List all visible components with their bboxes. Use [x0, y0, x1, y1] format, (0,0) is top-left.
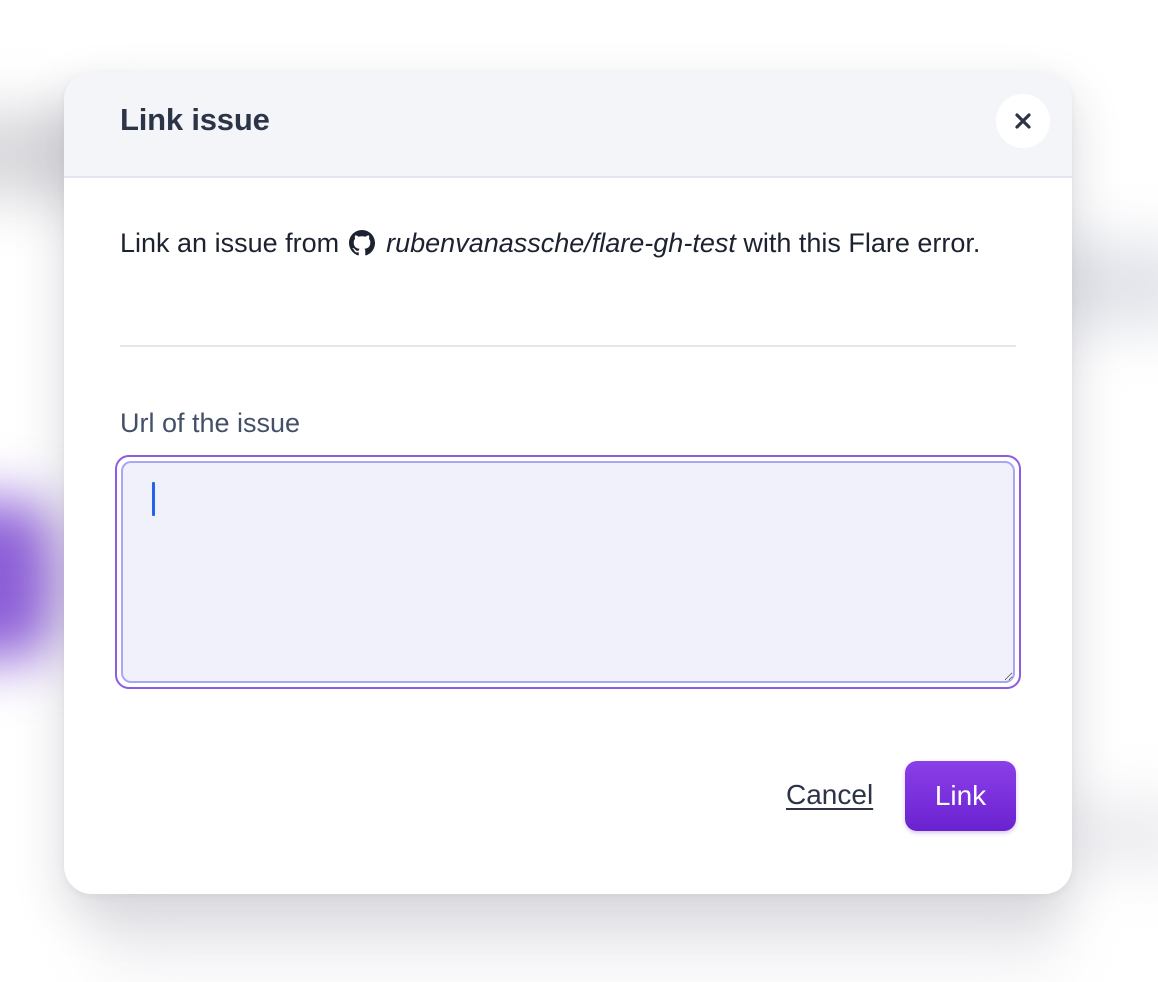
dialog-description: Link an issue from rubenvanassche/flare-… [120, 222, 1020, 264]
blurred-background-shape [0, 500, 55, 660]
link-issue-dialog: Link issue Link an issue from rubenvanas… [64, 72, 1072, 894]
description-prefix: Link an issue from [120, 228, 340, 258]
close-button[interactable] [996, 94, 1050, 148]
blurred-background-shape [1060, 800, 1158, 870]
blurred-background-shape [90, 900, 1070, 970]
github-icon [348, 230, 375, 256]
dialog-header: Link issue [64, 72, 1072, 178]
issue-url-field-focus-ring [115, 455, 1021, 689]
description-suffix: with this Flare error. [743, 228, 981, 258]
dialog-title: Link issue [120, 102, 270, 137]
link-button[interactable]: Link [905, 761, 1016, 831]
close-icon [1015, 113, 1031, 129]
repository-name: rubenvanassche/flare-gh-test [386, 228, 736, 258]
issue-url-label: Url of the issue [120, 408, 301, 438]
cancel-button[interactable]: Cancel [786, 779, 873, 811]
divider [120, 345, 1016, 347]
text-caret [152, 482, 155, 516]
issue-url-input[interactable] [121, 461, 1015, 683]
